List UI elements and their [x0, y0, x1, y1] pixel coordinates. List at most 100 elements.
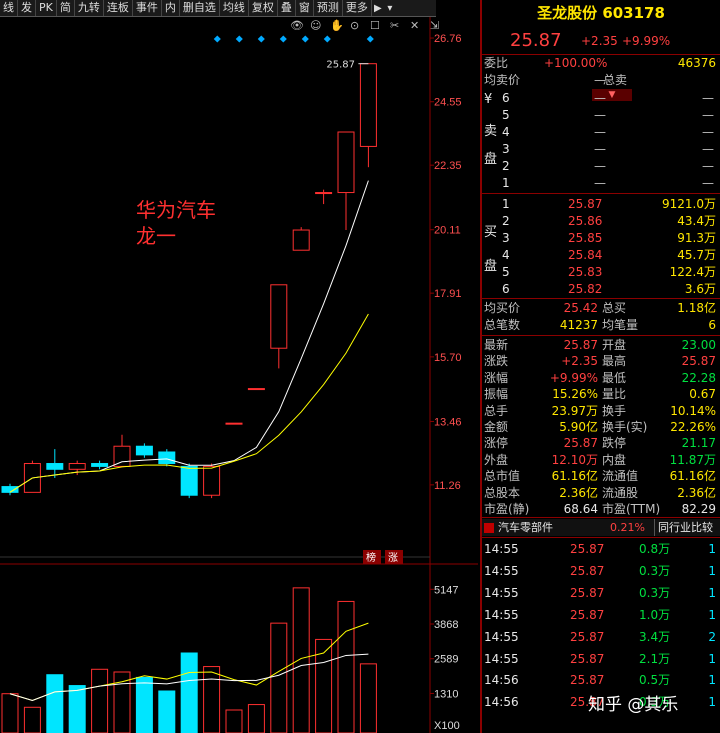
candle[interactable] — [113, 445, 131, 467]
stat-label: 量比 — [602, 387, 627, 402]
toolbar-item-3[interactable]: 简 — [57, 0, 75, 16]
candle[interactable] — [225, 422, 243, 425]
toolbar-item-12[interactable]: 窗 — [296, 0, 314, 16]
event-marker-icon[interactable] — [366, 35, 374, 43]
buy-order-row[interactable]: 3 25.85 91.3万 — [482, 230, 720, 247]
buy-order-row[interactable]: 5 25.83 122.4万 — [482, 264, 720, 281]
candle[interactable] — [46, 463, 64, 470]
stats-row: 涨幅 +9.99% 最低 22.28 — [482, 370, 720, 387]
tick-row[interactable]: 14:55 25.87 0.3万 1 — [482, 583, 720, 603]
sell-order-row[interactable]: 4 — — — [482, 124, 720, 141]
summary-value: 6 — [708, 318, 716, 332]
event-marker-icon[interactable] — [301, 35, 309, 43]
tick-time: 14:55 — [484, 651, 519, 666]
sell-volume: — — [702, 108, 714, 122]
sell-volume: — — [702, 176, 714, 190]
event-marker-icon[interactable] — [213, 35, 221, 43]
toolbar-item-2[interactable]: PK — [36, 0, 57, 16]
target-icon[interactable]: ⊙ — [350, 19, 359, 32]
toolbar-item-4[interactable]: 九转 — [75, 0, 104, 16]
toolbar-item-0[interactable]: 线 — [0, 0, 18, 16]
buy-volume: 3.6万 — [684, 282, 716, 296]
volume-tick: 5147 — [434, 584, 458, 596]
sell-order-row[interactable]: 1 — — — [482, 175, 720, 192]
tick-row[interactable]: 14:55 25.87 1.0万 1 — [482, 605, 720, 625]
candle[interactable] — [180, 465, 198, 496]
dropdown-icon[interactable]: ▾ — [384, 3, 396, 14]
hand-icon[interactable]: ✋ — [330, 19, 344, 32]
volume-bar — [68, 685, 86, 733]
price-tick: 17.91 — [434, 288, 462, 300]
tick-volume: 3.4万 — [639, 629, 671, 644]
stat-value: 10.14% — [670, 403, 716, 418]
tick-row[interactable]: 14:56 25.87 0.5万 1 — [482, 670, 720, 690]
summary-value: 25.42 — [563, 301, 598, 315]
tick-row[interactable]: 14:55 25.87 0.8万 1 — [482, 539, 720, 559]
candle[interactable] — [158, 451, 176, 465]
stat-label: 跌停 — [602, 436, 627, 451]
summary-label: 总笔数 — [484, 318, 521, 332]
tick-count: 1 — [708, 651, 716, 666]
candle[interactable] — [91, 463, 109, 467]
sell-order-row[interactable]: 3 — — — [482, 141, 720, 158]
tick-volume: 0.5万 — [639, 673, 671, 688]
stat-label: 最低 — [602, 370, 627, 385]
candle[interactable] — [359, 63, 377, 147]
tick-row[interactable]: 14:55 25.87 0.3万 1 — [482, 561, 720, 581]
toolbar-item-11[interactable]: 叠 — [278, 0, 296, 16]
toolbar-item-7[interactable]: 内 — [162, 0, 180, 16]
candle[interactable] — [247, 388, 265, 391]
face-icon[interactable]: ☺ — [310, 19, 321, 32]
buy-order-row[interactable]: 6 25.82 3.6万 — [482, 281, 720, 298]
toolbar-item-1[interactable]: 发 — [18, 0, 36, 16]
candle[interactable] — [337, 131, 355, 194]
toolbar-item-5[interactable]: 连板 — [104, 0, 133, 16]
toolbar-item-6[interactable]: 事件 — [133, 0, 162, 16]
candle[interactable] — [1, 486, 19, 493]
sector-row[interactable]: 汽车零部件 0.21% 同行业比较 — [482, 519, 720, 536]
sell-order-row[interactable]: 5 — — — [482, 107, 720, 124]
box-icon[interactable]: ☐ — [370, 19, 380, 32]
stat-value: 68.64 — [563, 502, 598, 516]
stat-label: 最高 — [602, 354, 627, 369]
eye-icon[interactable]: 👁 — [290, 19, 304, 32]
toolbar-item-10[interactable]: 复权 — [249, 0, 278, 16]
buy-price: 25.82 — [568, 282, 603, 296]
price-change-pct: +9.99% — [622, 34, 671, 48]
sector-compare-button[interactable]: 同行业比较 — [654, 519, 713, 536]
candle[interactable] — [135, 445, 153, 456]
buy-order-row[interactable]: 2 25.86 43.4万 — [482, 213, 720, 230]
toolbar-item-8[interactable]: 删自选 — [180, 0, 220, 16]
candle[interactable] — [292, 229, 310, 251]
tick-time: 14:56 — [484, 673, 519, 688]
stat-value: 21.17 — [681, 436, 716, 451]
candle[interactable] — [315, 192, 333, 195]
tick-time: 14:55 — [484, 585, 519, 600]
event-marker-icon[interactable] — [323, 35, 331, 43]
volume-bar — [270, 622, 288, 733]
buy-order-row[interactable]: 4 25.84 45.7万 — [482, 247, 720, 264]
event-marker-icon[interactable] — [235, 35, 243, 43]
scissors-icon[interactable]: ✂ — [390, 19, 399, 32]
toolbar-item-13[interactable]: 预测 — [314, 0, 343, 16]
candle[interactable] — [68, 463, 86, 470]
tick-count: 1 — [708, 563, 716, 578]
toolbar-item-14[interactable]: 更多 — [343, 0, 372, 16]
sell-order-row[interactable]: 6 — — — [482, 90, 720, 107]
candle[interactable] — [270, 284, 288, 349]
event-marker-icon[interactable] — [257, 35, 265, 43]
tick-row[interactable]: 14:55 25.87 2.1万 1 — [482, 649, 720, 669]
candle[interactable] — [203, 465, 221, 496]
play-icon[interactable]: ▶ — [372, 3, 384, 14]
weibi-row: 委比 +100.00% 46376 — [482, 55, 720, 72]
sell-order-row[interactable]: 2 — — — [482, 158, 720, 175]
toolbar-item-9[interactable]: 均线 — [220, 0, 249, 16]
stats-row: 外盘 12.10万 内盘 11.87万 — [482, 452, 720, 469]
buy-order-row[interactable]: 1 25.87 9121.0万 — [482, 196, 720, 213]
chart-toolbar: 线发 PK 简九转 连板 事件内删自选 均线 复权叠窗预测 更多 ▶ ▾ — [0, 0, 436, 17]
resize-icon[interactable]: ⇲ — [430, 19, 439, 32]
kline-chart[interactable]: 👁 ☺ ✋ ⊙ ☐ ✂ ✕ ⇲ 榜涨 26.76 24.55 22.35 20.11 17.91 15.7… — [0, 17, 478, 733]
event-marker-icon[interactable] — [279, 35, 287, 43]
close-icon[interactable]: ✕ — [410, 19, 419, 32]
tick-row[interactable]: 14:55 25.87 3.4万 2 — [482, 627, 720, 647]
